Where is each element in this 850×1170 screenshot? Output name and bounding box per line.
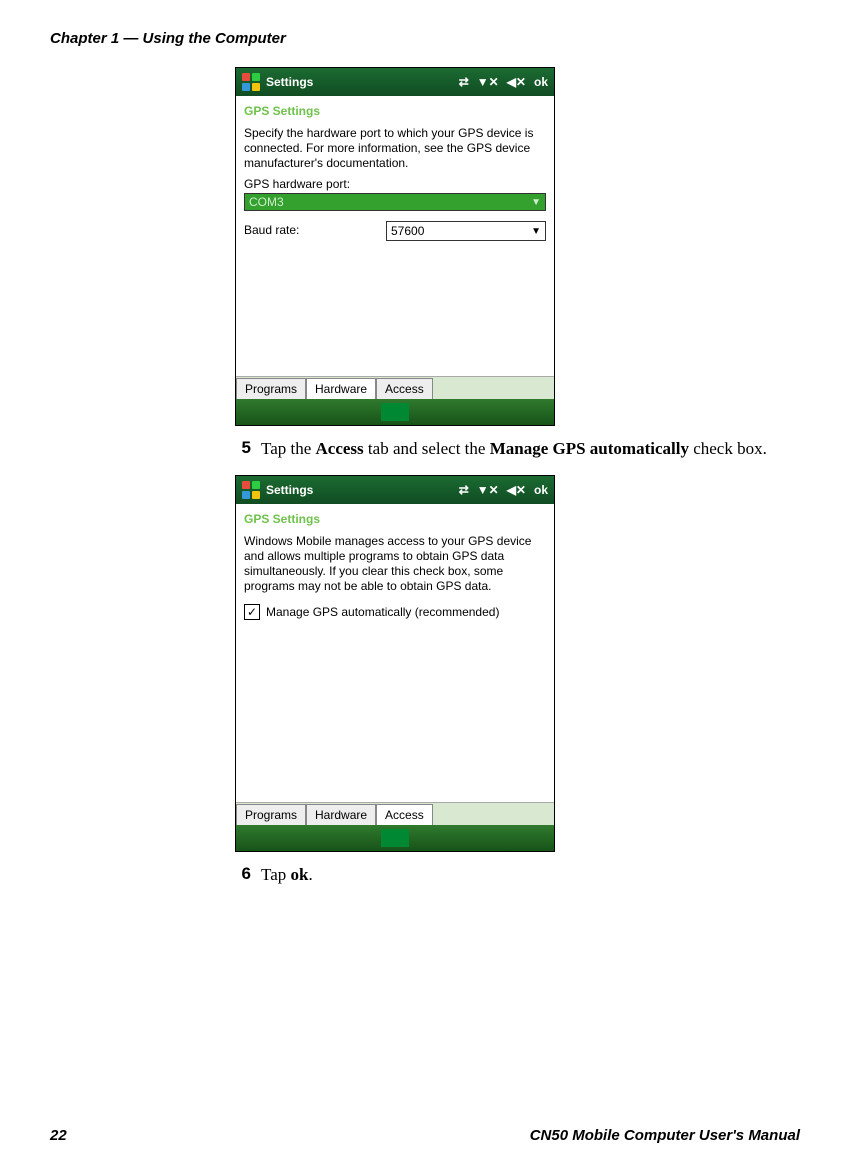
baud-value: 57600 bbox=[391, 224, 424, 238]
page-footer: 22 CN50 Mobile Computer User's Manual bbox=[50, 1127, 800, 1144]
tab-bar: Programs Hardware Access bbox=[236, 802, 554, 825]
tab-programs[interactable]: Programs bbox=[236, 378, 306, 399]
page-number: 22 bbox=[50, 1127, 67, 1144]
gps-access-screenshot: Settings ⇄ ▼✕ ◀✕ ok GPS Settings Windows… bbox=[235, 475, 555, 852]
title-bar: Settings ⇄ ▼✕ ◀✕ ok bbox=[236, 68, 554, 96]
step-text: Tap the Access tab and select the Manage… bbox=[261, 438, 767, 461]
screen-subtitle: GPS Settings bbox=[236, 96, 554, 122]
step-text: Tap ok. bbox=[261, 864, 313, 887]
chevron-down-icon: ▼ bbox=[531, 197, 541, 208]
soft-key-bar bbox=[236, 825, 554, 851]
description-text: Specify the hardware port to which your … bbox=[244, 126, 546, 171]
gps-hardware-screenshot: Settings ⇄ ▼✕ ◀✕ ok GPS Settings Specify… bbox=[235, 67, 555, 426]
connectivity-icon[interactable]: ⇄ bbox=[459, 75, 469, 89]
title-bar: Settings ⇄ ▼✕ ◀✕ ok bbox=[236, 476, 554, 504]
title-text: Settings bbox=[266, 483, 313, 497]
volume-icon[interactable]: ◀✕ bbox=[507, 75, 526, 89]
soft-key-bar bbox=[236, 399, 554, 425]
port-dropdown[interactable]: COM3 ▼ bbox=[244, 193, 546, 211]
screen-subtitle: GPS Settings bbox=[236, 504, 554, 530]
checkbox-label: Manage GPS automatically (recommended) bbox=[266, 605, 499, 619]
keyboard-icon[interactable] bbox=[381, 403, 409, 421]
chevron-down-icon: ▼ bbox=[531, 226, 541, 237]
signal-icon[interactable]: ▼✕ bbox=[477, 483, 499, 497]
tab-access[interactable]: Access bbox=[376, 378, 433, 399]
title-text: Settings bbox=[266, 75, 313, 89]
port-label: GPS hardware port: bbox=[244, 177, 546, 191]
connectivity-icon[interactable]: ⇄ bbox=[459, 483, 469, 497]
description-text: Windows Mobile manages access to your GP… bbox=[244, 534, 546, 594]
start-icon[interactable] bbox=[242, 73, 260, 91]
step-number: 6 bbox=[235, 864, 251, 884]
manage-gps-checkbox[interactable]: ✓ bbox=[244, 604, 260, 620]
step-5: 5 Tap the Access tab and select the Mana… bbox=[235, 438, 770, 461]
tab-programs[interactable]: Programs bbox=[236, 804, 306, 825]
baud-label: Baud rate: bbox=[244, 223, 299, 237]
step-6: 6 Tap ok. bbox=[235, 864, 770, 887]
volume-icon[interactable]: ◀✕ bbox=[507, 483, 526, 497]
port-value: COM3 bbox=[249, 195, 284, 209]
manual-title: CN50 Mobile Computer User's Manual bbox=[530, 1127, 800, 1144]
ok-button[interactable]: ok bbox=[534, 75, 548, 89]
tab-hardware[interactable]: Hardware bbox=[306, 378, 376, 399]
ok-button[interactable]: ok bbox=[534, 483, 548, 497]
tab-hardware[interactable]: Hardware bbox=[306, 804, 376, 825]
keyboard-icon[interactable] bbox=[381, 829, 409, 847]
step-number: 5 bbox=[235, 438, 251, 458]
tab-access[interactable]: Access bbox=[376, 804, 433, 825]
baud-dropdown[interactable]: 57600 ▼ bbox=[386, 221, 546, 241]
tab-bar: Programs Hardware Access bbox=[236, 376, 554, 399]
signal-icon[interactable]: ▼✕ bbox=[477, 75, 499, 89]
start-icon[interactable] bbox=[242, 481, 260, 499]
chapter-header: Chapter 1 — Using the Computer bbox=[50, 30, 800, 47]
